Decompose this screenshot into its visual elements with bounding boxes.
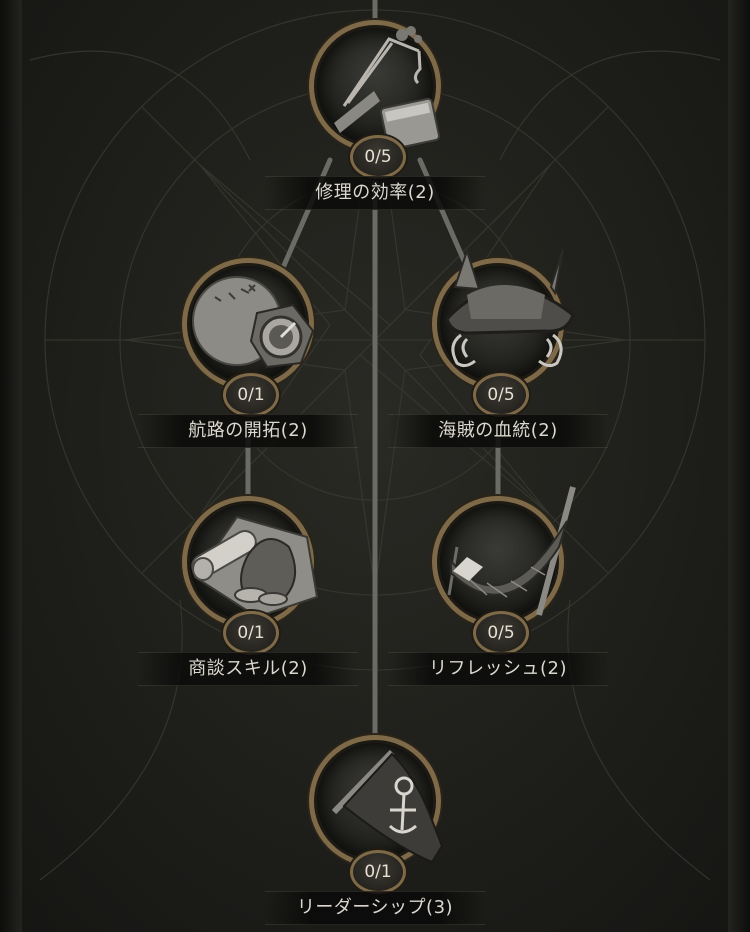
- skill-node-refresh[interactable]: 0/5 リフレッシュ(2): [388, 486, 608, 696]
- skill-tree-screen: 0/5 修理の効率(2) 0/1 航路の開拓(2) 0/5 海賊の血統(2) 0…: [0, 0, 750, 932]
- skill-name-label: 航路の開拓(2): [138, 414, 358, 448]
- skill-node-leadership[interactable]: 0/1 リーダーシップ(3): [265, 735, 485, 932]
- skill-level-badge: 0/1: [223, 373, 279, 417]
- skill-node-route-pioneering[interactable]: 0/1 航路の開拓(2): [138, 258, 358, 458]
- skill-level-badge: 0/1: [350, 850, 406, 894]
- skill-node-repair-efficiency[interactable]: 0/5 修理の効率(2): [265, 20, 485, 220]
- skill-name-label: 修理の効率(2): [265, 176, 485, 210]
- skill-name-label: リフレッシュ(2): [388, 652, 608, 686]
- skill-name-label: 海賊の血統(2): [388, 414, 608, 448]
- skill-icon-frame: [432, 486, 576, 628]
- skill-node-negotiation[interactable]: 0/1 商談スキル(2): [138, 496, 358, 696]
- skill-icon-frame: [432, 247, 575, 390]
- skill-name-label: 商談スキル(2): [138, 652, 358, 686]
- skill-icon-frame: [309, 735, 444, 867]
- skill-level-badge: 0/5: [350, 135, 406, 179]
- skill-name-label: リーダーシップ(3): [265, 891, 485, 925]
- skill-icon-frame: [182, 258, 315, 390]
- skill-level-badge: 0/5: [473, 373, 529, 417]
- skill-level-badge: 0/1: [223, 611, 279, 655]
- skill-level-badge: 0/5: [473, 611, 529, 655]
- skill-icon-frame: [309, 20, 441, 152]
- skill-icon-frame: [182, 496, 319, 628]
- skill-node-pirate-bloodline[interactable]: 0/5 海賊の血統(2): [388, 247, 608, 458]
